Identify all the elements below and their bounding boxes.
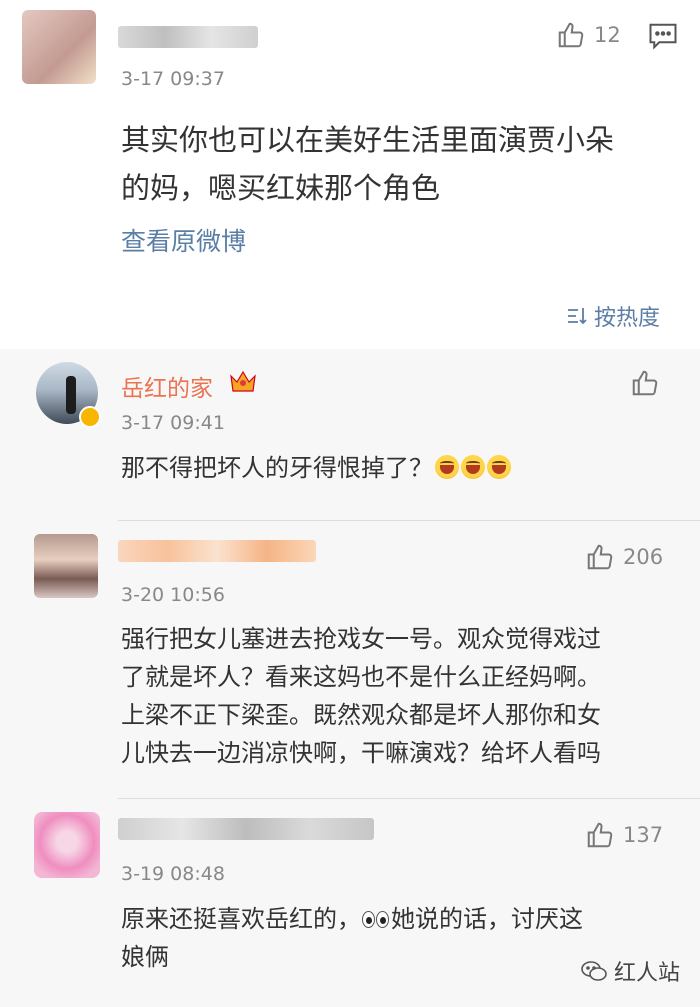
comment-text: 强行把女儿塞进去抢戏女一号。观众觉得戏过 了就是坏人？看来这妈也不是什么正经妈啊… (121, 625, 601, 767)
thumbs-up-icon (558, 22, 584, 48)
laugh-emoji-icon (487, 455, 511, 479)
laugh-emoji-icon (461, 455, 485, 479)
comment-text: 其实你也可以在美好生活里面演贾小朵 的妈，嗯买红妹那个角色 (121, 123, 615, 205)
avatar[interactable] (22, 10, 96, 84)
thumbs-up-icon (632, 370, 658, 396)
comment-time: 3-19 08:48 (121, 863, 225, 885)
username[interactable]: 岳红的家 (121, 369, 213, 403)
like-count: 206 (623, 545, 664, 569)
comment-icon[interactable] (648, 22, 678, 54)
divider (118, 520, 700, 521)
thumbs-up-icon (587, 822, 613, 848)
like-button[interactable] (630, 368, 660, 398)
sort-button[interactable]: 按热度 (566, 300, 660, 332)
like-button[interactable]: 137 (585, 820, 663, 850)
username-blurred[interactable] (118, 818, 374, 840)
comment-text: 原来还挺喜欢岳红的， 她说的话，讨厌这 娘俩 (121, 905, 583, 971)
view-original-link[interactable]: 查看原微博 (121, 222, 246, 258)
eyes-emoji-icon (361, 909, 391, 929)
verified-icon (79, 406, 101, 428)
comment-time: 3-17 09:37 (121, 68, 225, 90)
laugh-emoji-icon (435, 455, 459, 479)
thumbs-up-icon (587, 544, 613, 570)
comment-time: 3-20 10:56 (121, 584, 225, 606)
wechat-icon (581, 961, 607, 981)
username-blurred[interactable] (118, 540, 316, 562)
like-button[interactable]: 12 (556, 20, 621, 50)
avatar[interactable] (34, 534, 98, 598)
like-count: 137 (623, 823, 664, 847)
username-blurred[interactable] (118, 26, 258, 48)
comment-time: 3-17 09:41 (121, 412, 225, 434)
watermark: 红人站 (580, 955, 680, 987)
divider (118, 798, 700, 799)
like-button[interactable]: 206 (585, 542, 663, 572)
sort-icon (568, 308, 587, 325)
like-count: 12 (594, 23, 621, 47)
avatar[interactable] (34, 812, 100, 878)
comment-text: 那不得把坏人的牙得恨掉了？ (121, 452, 511, 484)
crown-icon (228, 368, 258, 398)
